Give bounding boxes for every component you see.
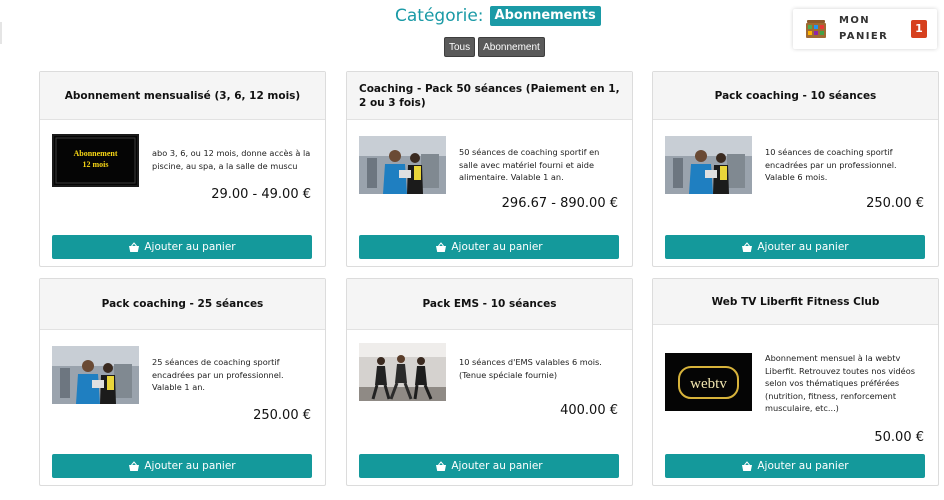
category-filters: Tous Abonnement xyxy=(444,37,545,57)
add-to-cart-button[interactable]: Ajouter au panier xyxy=(52,454,312,478)
basket-icon xyxy=(129,241,140,252)
cart-label: MON PANIER xyxy=(839,13,899,45)
product-card-header: Web TV Liberfit Fitness Club xyxy=(653,279,938,325)
cart-label-line1: MON xyxy=(839,15,871,26)
category-label: Catégorie: xyxy=(395,6,484,26)
coaching-photo xyxy=(52,346,139,404)
add-to-cart-label: Ajouter au panier xyxy=(451,241,543,253)
product-card: Pack coaching - 10 séances 10 séances de… xyxy=(652,71,939,267)
webtv-logo: webtv xyxy=(665,353,752,411)
product-title[interactable]: Pack coaching - 25 séances xyxy=(102,297,264,311)
product-title[interactable]: Pack coaching - 10 séances xyxy=(715,89,877,103)
product-price: 250.00 € xyxy=(253,408,311,423)
product-image[interactable] xyxy=(52,346,139,404)
cart-label-line2: PANIER xyxy=(839,31,889,42)
add-to-cart-label: Ajouter au panier xyxy=(757,241,849,253)
product-image[interactable] xyxy=(359,136,446,194)
product-description: Abonnement mensuel à la webtv Liberfit. … xyxy=(765,353,915,413)
product-image[interactable]: Abonnement 12 mois xyxy=(52,134,139,187)
product-card-header: Abonnement mensualisé (3, 6, 12 mois) xyxy=(40,72,325,120)
product-title[interactable]: Pack EMS - 10 séances xyxy=(422,297,556,311)
basket-icon xyxy=(742,460,753,471)
product-description: 10 séances d'EMS valables 6 mois. (Tenue… xyxy=(459,357,602,380)
filter-all-button[interactable]: Tous xyxy=(444,37,476,57)
image-text-2: 12 mois xyxy=(83,160,109,169)
category-heading: Catégorie: Abonnements xyxy=(395,5,601,27)
cart-count-badge: 1 xyxy=(911,20,927,38)
cart-button[interactable]: MON PANIER 1 xyxy=(793,9,937,49)
add-to-cart-button[interactable]: Ajouter au panier xyxy=(665,235,925,259)
product-description: 25 séances de coaching sportif encadrées… xyxy=(152,357,284,392)
coaching-photo xyxy=(359,136,446,194)
product-price: 29.00 - 49.00 € xyxy=(211,187,311,202)
product-description: 10 séances de coaching sportif encadrées… xyxy=(765,147,897,182)
add-to-cart-button[interactable]: Ajouter au panier xyxy=(52,235,312,259)
add-to-cart-label: Ajouter au panier xyxy=(144,241,236,253)
add-to-cart-button[interactable]: Ajouter au panier xyxy=(359,454,619,478)
subscription-image: Abonnement 12 mois xyxy=(54,136,137,185)
product-title[interactable]: Coaching - Pack 50 séances (Paiement en … xyxy=(359,82,620,110)
product-image[interactable] xyxy=(665,136,752,194)
basket-icon xyxy=(436,460,447,471)
product-card-header: Coaching - Pack 50 séances (Paiement en … xyxy=(347,72,632,120)
add-to-cart-button[interactable]: Ajouter au panier xyxy=(359,235,619,259)
basket-icon xyxy=(129,460,140,471)
add-to-cart-button[interactable]: Ajouter au panier xyxy=(665,454,925,478)
image-text-1: webtv xyxy=(690,376,727,392)
ems-photo xyxy=(359,343,446,401)
product-price: 400.00 € xyxy=(560,403,618,418)
product-card-header: Pack EMS - 10 séances xyxy=(347,279,632,330)
product-price: 50.00 € xyxy=(874,430,924,445)
add-to-cart-label: Ajouter au panier xyxy=(757,460,849,472)
add-to-cart-label: Ajouter au panier xyxy=(451,460,543,472)
category-badge: Abonnements xyxy=(489,6,601,26)
product-image[interactable] xyxy=(359,343,446,401)
coaching-photo xyxy=(665,136,752,194)
product-card: Coaching - Pack 50 séances (Paiement en … xyxy=(346,71,633,267)
product-title[interactable]: Abonnement mensualisé (3, 6, 12 mois) xyxy=(65,89,300,103)
product-description: 50 séances de coaching sportif en salle … xyxy=(459,147,600,182)
product-price: 296.67 - 890.00 € xyxy=(501,196,618,211)
add-to-cart-label: Ajouter au panier xyxy=(144,460,236,472)
product-description: abo 3, 6, ou 12 mois, donne accès à la p… xyxy=(152,148,311,171)
image-text-1: Abonnement xyxy=(73,149,117,158)
basket-icon xyxy=(806,20,826,38)
product-card-header: Pack coaching - 25 séances xyxy=(40,279,325,330)
page-header: Catégorie: Abonnements Tous Abonnement M… xyxy=(0,0,944,62)
product-card: Pack coaching - 25 séances 25 séances de… xyxy=(39,278,326,486)
basket-icon xyxy=(742,241,753,252)
product-card-header: Pack coaching - 10 séances xyxy=(653,72,938,120)
product-card: Abonnement mensualisé (3, 6, 12 mois) Ab… xyxy=(39,71,326,267)
product-card: Web TV Liberfit Fitness Club webtv Abonn… xyxy=(652,278,939,486)
basket-icon xyxy=(436,241,447,252)
product-image[interactable]: webtv xyxy=(665,353,752,411)
product-title[interactable]: Web TV Liberfit Fitness Club xyxy=(712,295,880,309)
product-price: 250.00 € xyxy=(866,196,924,211)
product-card: Pack EMS - 10 séances 10 séances d'EMS v… xyxy=(346,278,633,486)
filter-abonnement-button[interactable]: Abonnement xyxy=(478,37,545,57)
